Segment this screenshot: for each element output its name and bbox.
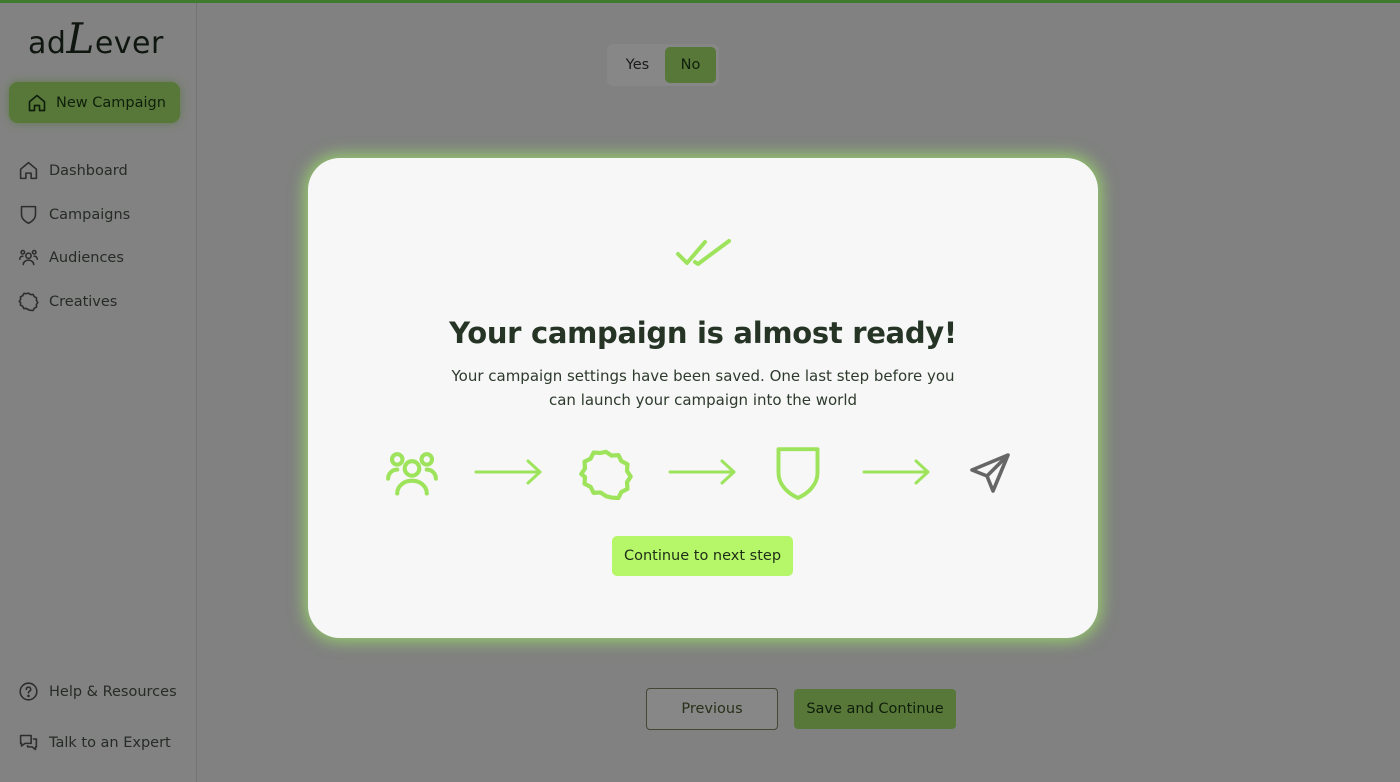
arrow-right-icon — [474, 459, 542, 485]
double-check-icon — [676, 239, 731, 266]
campaign-ready-modal: Your campaign is almost ready! Your camp… — [308, 158, 1098, 638]
arrow-right-icon — [862, 459, 930, 485]
send-icon — [970, 453, 1010, 493]
modal-title: Your campaign is almost ready! — [449, 316, 957, 350]
arrow-right-icon — [668, 459, 736, 485]
badge-icon — [579, 449, 633, 501]
top-accent-bar — [0, 0, 1400, 3]
continue-next-step-button[interactable]: Continue to next step — [612, 536, 793, 576]
modal-description: Your campaign settings have been saved. … — [451, 367, 955, 409]
users-icon — [386, 452, 438, 496]
shield-icon — [776, 447, 820, 500]
